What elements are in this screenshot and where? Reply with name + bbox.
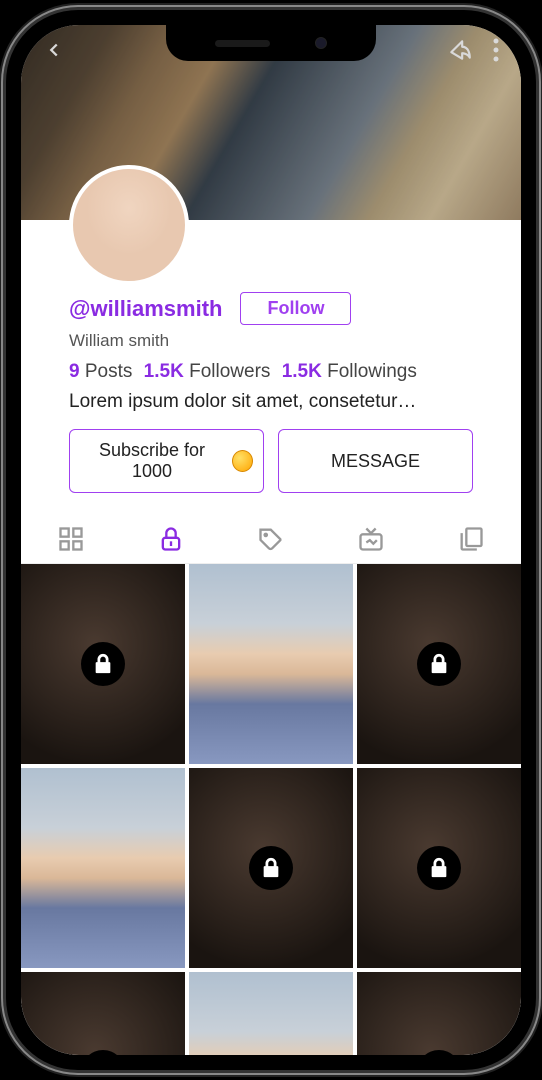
- subscribe-button[interactable]: Subscribe for 1000: [69, 429, 264, 493]
- lock-icon: [81, 642, 125, 686]
- grid-cell[interactable]: [357, 564, 521, 764]
- back-icon[interactable]: [43, 39, 65, 61]
- posts-label: Posts: [85, 361, 133, 382]
- coin-icon: [232, 450, 253, 472]
- bio: Lorem ipsum dolor sit amet, consetetur…: [69, 391, 473, 413]
- lock-icon: [417, 846, 461, 890]
- followers-count: 1.5K: [144, 361, 184, 382]
- post-grid: [21, 564, 521, 1055]
- share-icon[interactable]: [447, 37, 473, 63]
- username: @williamsmith: [69, 296, 222, 322]
- tab-bar: [21, 511, 521, 564]
- message-button[interactable]: MESSAGE: [278, 429, 473, 493]
- following-label: Followings: [327, 361, 417, 382]
- grid-cell[interactable]: [357, 972, 521, 1055]
- stats-row: 9 Posts 1.5K Followers 1.5K Followings: [69, 361, 473, 383]
- tab-tv[interactable]: [357, 525, 385, 553]
- lock-icon: [249, 846, 293, 890]
- followers-label: Followers: [189, 361, 270, 382]
- more-icon[interactable]: [493, 37, 499, 63]
- grid-cell[interactable]: [189, 768, 353, 968]
- screen: @williamsmith Follow William smith 9 Pos…: [21, 25, 521, 1055]
- tab-grid[interactable]: [57, 525, 85, 553]
- speaker: [215, 40, 270, 47]
- posts-count: 9: [69, 361, 80, 382]
- grid-cell[interactable]: [189, 564, 353, 764]
- follow-button[interactable]: Follow: [240, 292, 351, 325]
- phone-frame: @williamsmith Follow William smith 9 Pos…: [6, 10, 536, 1070]
- lock-icon: [81, 1050, 125, 1055]
- lock-icon: [417, 1050, 461, 1055]
- display-name: William smith: [69, 331, 473, 351]
- grid-cell[interactable]: [189, 972, 353, 1055]
- tab-tagged[interactable]: [257, 525, 285, 553]
- lock-icon: [417, 642, 461, 686]
- grid-cell[interactable]: [21, 972, 185, 1055]
- following-count: 1.5K: [282, 361, 322, 382]
- tab-collections[interactable]: [457, 525, 485, 553]
- tab-locked[interactable]: [157, 525, 185, 553]
- grid-cell[interactable]: [357, 768, 521, 968]
- avatar[interactable]: [69, 165, 189, 285]
- front-camera: [315, 37, 327, 49]
- notch: [166, 25, 376, 61]
- grid-cell[interactable]: [21, 564, 185, 764]
- grid-cell[interactable]: [21, 768, 185, 968]
- subscribe-label: Subscribe for 1000: [80, 440, 224, 482]
